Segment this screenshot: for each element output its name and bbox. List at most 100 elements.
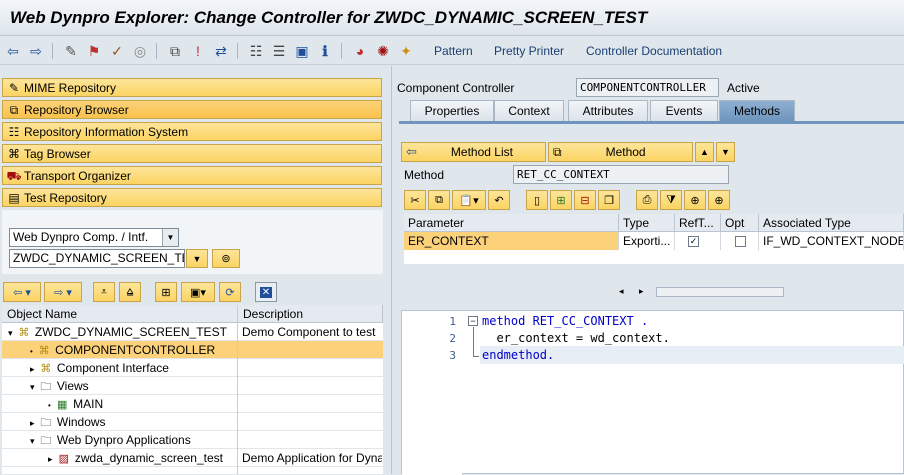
horizontal-scrollbar[interactable]: ◂ ▸ — [404, 284, 904, 300]
nav-mime-repository[interactable]: ✎ MIME Repository — [2, 78, 382, 97]
chevron-down-icon[interactable]: ▼ — [162, 229, 178, 246]
tree-row[interactable]: ▾ 🗀 Web Dynpro Applications — [2, 431, 383, 449]
filter-button[interactable]: ⧩ — [660, 190, 682, 210]
column-header-reft[interactable]: RefT... — [675, 214, 721, 232]
code-editor[interactable]: 1 2 3 − method RET_CC_CONTEXT . er_conte… — [401, 310, 904, 475]
next-method-button[interactable]: ▼ — [716, 142, 735, 162]
tree-row[interactable]: ▾ 🗀 Views — [2, 377, 383, 395]
where-used-icon[interactable]: ⧉ — [166, 42, 184, 60]
refresh-button[interactable]: ⟳ — [219, 282, 241, 302]
scroll-right-icon[interactable]: ▸ — [639, 286, 644, 297]
opt-cell[interactable] — [721, 232, 759, 250]
collapsed-triangle-icon[interactable]: ▸ — [48, 454, 53, 464]
duplicate-row-button[interactable]: ❐ — [598, 190, 620, 210]
settings-icon: ▣▾ — [190, 286, 206, 299]
window-icon[interactable]: ▣ — [293, 42, 311, 60]
active-inactive-icon[interactable]: ⚑ — [85, 42, 103, 60]
associated-type-cell[interactable]: IF_WD_CONTEXT_NODE — [759, 232, 904, 250]
code-line[interactable]: endmethod. — [482, 348, 554, 362]
info-icon[interactable]: ℹ — [316, 42, 334, 60]
method-list-button[interactable]: ⇦ Method List — [401, 142, 546, 162]
tab-properties[interactable]: Properties — [410, 100, 494, 121]
opt-checkbox[interactable] — [735, 236, 746, 248]
display-object-button[interactable]: ⊚ — [212, 249, 240, 268]
expand-button[interactable]: ⩠ — [119, 282, 141, 302]
check-icon[interactable]: ✓ — [108, 42, 126, 60]
column-header-type[interactable]: Type — [619, 214, 675, 232]
display-menu-button[interactable]: ▣▾ — [181, 282, 215, 302]
display-object-list-icon[interactable]: ☷ — [247, 42, 265, 60]
scroll-left-icon[interactable]: ◂ — [619, 286, 624, 297]
code-line[interactable]: method RET_CC_CONTEXT . — [482, 314, 648, 328]
web-dynpro-icon[interactable]: ✺ — [374, 42, 392, 60]
tab-attributes[interactable]: Attributes — [568, 100, 648, 121]
object-name-input[interactable]: ZWDC_DYNAMIC_SCREEN_TEST — [9, 249, 185, 268]
reft-checkbox[interactable]: ✓ — [688, 236, 699, 248]
column-header-description[interactable]: Description — [238, 305, 383, 323]
pretty-printer-button[interactable]: Pretty Printer — [494, 44, 564, 58]
find-next-button[interactable]: ⊕ — [708, 190, 730, 210]
tree-row[interactable]: ▾ ⌘ ZWDC_DYNAMIC_SCREEN_TEST Demo Compone… — [2, 323, 383, 341]
hierarchy-button[interactable]: ⊞ — [155, 282, 177, 302]
collapsed-triangle-icon[interactable]: ▸ — [30, 418, 35, 428]
expanded-triangle-icon[interactable]: ▾ — [30, 382, 35, 392]
display-change-icon[interactable]: ✎ — [62, 42, 80, 60]
nav-tag-browser[interactable]: ⌘ Tag Browser — [2, 144, 382, 163]
pattern-button[interactable]: Pattern — [434, 44, 473, 58]
nav-repository-information-system[interactable]: ☷ Repository Information System — [2, 122, 382, 141]
undo-button[interactable]: ↶ — [488, 190, 510, 210]
nav-repository-browser[interactable]: ⧉ Repository Browser — [2, 100, 382, 119]
forward-arrow-icon[interactable]: ⇨ — [27, 42, 45, 60]
column-header-parameter[interactable]: Parameter — [404, 214, 619, 232]
method-name-field[interactable]: RET_CC_CONTEXT — [513, 165, 729, 184]
activate-icon[interactable]: ◎ — [131, 42, 149, 60]
hierarchy-icon[interactable]: ☰ — [270, 42, 288, 60]
column-header-associated-type[interactable]: Associated Type — [759, 214, 904, 232]
code-line[interactable]: er_context = wd_context. — [482, 331, 669, 345]
print-button[interactable]: ⎙ — [636, 190, 658, 210]
object-list-icon[interactable]: ⇄ — [212, 42, 230, 60]
controller-documentation-button[interactable]: Controller Documentation — [586, 44, 722, 58]
back-arrow-icon[interactable]: ⇦ — [4, 42, 22, 60]
collapse-block-icon[interactable]: − — [468, 316, 478, 326]
enhance-icon[interactable]: ✦ — [397, 42, 415, 60]
reft-cell[interactable]: ✓ — [675, 232, 721, 250]
nav-test-repository[interactable]: ▤ Test Repository — [2, 188, 382, 207]
column-header-opt[interactable]: Opt — [721, 214, 759, 232]
scrollbar-thumb[interactable] — [656, 287, 784, 297]
tree-row[interactable]: ▸ ⌘ Component Interface — [2, 359, 383, 377]
cut-button[interactable]: ✂ — [404, 190, 426, 210]
tab-events[interactable]: Events — [650, 100, 718, 121]
collapse-button[interactable]: ⩡ — [93, 282, 115, 302]
close-browser-button[interactable]: ✕ — [255, 282, 277, 302]
parameter-cell[interactable]: ER_CONTEXT — [404, 232, 619, 250]
type-cell[interactable]: Exporti... — [619, 232, 675, 250]
test-icon[interactable]: ◕ — [351, 42, 369, 60]
method-button[interactable]: ⧉ Method — [548, 142, 693, 162]
previous-method-button[interactable]: ▲ — [695, 142, 714, 162]
new-row-button[interactable]: ▯ — [526, 190, 548, 210]
nav-transport-organizer[interactable]: ⛟ Transport Organizer — [2, 166, 382, 185]
tree-row[interactable]: ▸ 🗀 Windows — [2, 413, 383, 431]
fold-end — [473, 356, 479, 357]
tab-methods[interactable]: Methods — [719, 100, 795, 121]
collapsed-triangle-icon[interactable]: ▸ — [30, 364, 35, 374]
delete-row-button[interactable]: ⊟ — [574, 190, 596, 210]
tree-row[interactable]: • ⌘ COMPONENTCONTROLLER — [2, 341, 383, 359]
tab-context[interactable]: Context — [494, 100, 564, 121]
tree-row[interactable]: • ▦ MAIN — [2, 395, 383, 413]
insert-row-button[interactable]: ⊞ — [550, 190, 572, 210]
copy-button[interactable]: ⧉ — [428, 190, 450, 210]
object-name-dropdown-button[interactable]: ▼ — [186, 249, 208, 268]
find-button[interactable]: ⊕ — [684, 190, 706, 210]
expanded-triangle-icon[interactable]: ▾ — [8, 328, 13, 338]
expanded-triangle-icon[interactable]: ▾ — [30, 436, 35, 446]
paste-button[interactable]: 📋▾ — [452, 190, 486, 210]
column-header-object-name[interactable]: Object Name — [2, 305, 238, 323]
navigation-window-icon[interactable]: ! — [189, 42, 207, 60]
toolbar-separator — [156, 43, 157, 59]
object-type-dropdown[interactable]: Web Dynpro Comp. / Intf. ▼ — [9, 228, 179, 247]
next-object-button[interactable]: ⇨ ▾ — [44, 282, 82, 302]
tree-row[interactable]: ▸ ▨ zwda_dynamic_screen_test Demo Applica… — [2, 449, 383, 467]
previous-object-button[interactable]: ⇦ ▾ — [3, 282, 41, 302]
